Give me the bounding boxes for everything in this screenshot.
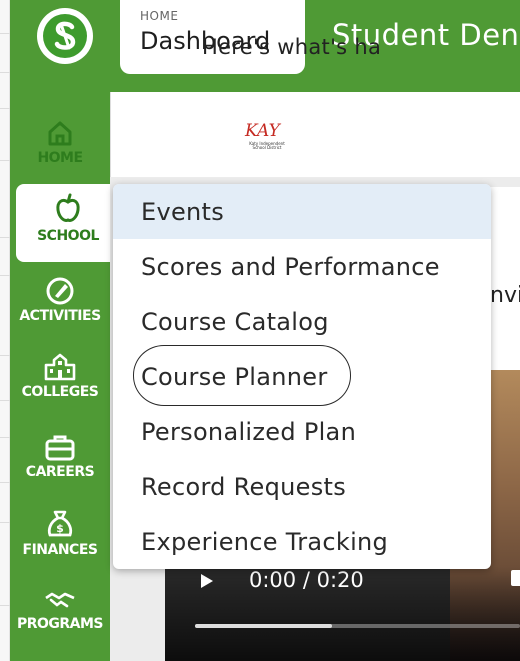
play-icon[interactable] (201, 574, 213, 588)
page-edge-strip (0, 0, 10, 661)
briefcase-icon (45, 435, 75, 461)
video-progress-bar[interactable] (195, 624, 520, 628)
money-bag-icon: $ (47, 510, 73, 537)
district-logo: KAY Katy Independent School District (245, 121, 305, 161)
district-logo-subtext: Katy Independent School District (249, 141, 285, 150)
menu-item-personalized-plan[interactable]: Personalized Plan (113, 404, 491, 459)
handshake-icon (45, 592, 75, 608)
naviance-s-logo-icon (43, 14, 87, 58)
sidebar-item-home[interactable]: HOME (10, 112, 110, 184)
menu-item-scores-and-performance[interactable]: Scores and Performance (113, 239, 491, 294)
district-logo-text: KAY (245, 121, 280, 141)
apple-icon (56, 193, 80, 222)
video-time: 0:00 / 0:20 (249, 568, 364, 592)
sidebar-item-label: HOME (37, 150, 83, 166)
volume-icon[interactable] (511, 570, 520, 586)
district-banner: KAY Katy Independent School District (110, 92, 520, 177)
house-icon (48, 121, 72, 146)
sidebar: HOME SCHOOL ACTIVITIES COLLEGES CAREERS … (10, 92, 120, 661)
menu-item-course-catalog[interactable]: Course Catalog (113, 294, 491, 349)
video-progress-fill (195, 624, 332, 628)
breadcrumb: HOME (140, 9, 179, 23)
sidebar-item-label: ACTIVITIES (19, 308, 101, 324)
sidebar-item-programs[interactable]: PROGRAMS (10, 580, 110, 658)
sidebar-item-label: CAREERS (25, 464, 95, 480)
app-logo[interactable] (37, 8, 93, 64)
sidebar-item-label: FINANCES (22, 542, 98, 558)
sidebar-item-label: SCHOOL (37, 228, 99, 244)
menu-item-events[interactable]: Events (113, 184, 491, 239)
sidebar-item-school[interactable]: SCHOOL (16, 184, 120, 262)
menu-item-experience-tracking[interactable]: Experience Tracking (113, 514, 491, 569)
menu-item-course-planner[interactable]: Course Planner (113, 349, 491, 404)
school-menu: Events Scores and Performance Course Cat… (113, 184, 491, 569)
sidebar-item-finances[interactable]: $ FINANCES (10, 502, 110, 580)
partial-heading: nvi (490, 283, 520, 308)
banner-text: Here's what's ha (202, 35, 382, 59)
sidebar-item-activities[interactable]: ACTIVITIES (10, 268, 110, 346)
sidebar-item-label: PROGRAMS (16, 616, 104, 632)
sidebar-item-colleges[interactable]: COLLEGES (10, 346, 110, 424)
sidebar-item-label: COLLEGES (21, 384, 99, 400)
menu-item-record-requests[interactable]: Record Requests (113, 459, 491, 514)
pencil-icon (46, 277, 74, 305)
svg-text:$: $ (56, 522, 64, 535)
sidebar-item-careers[interactable]: CAREERS (10, 424, 110, 502)
building-icon (44, 353, 76, 381)
